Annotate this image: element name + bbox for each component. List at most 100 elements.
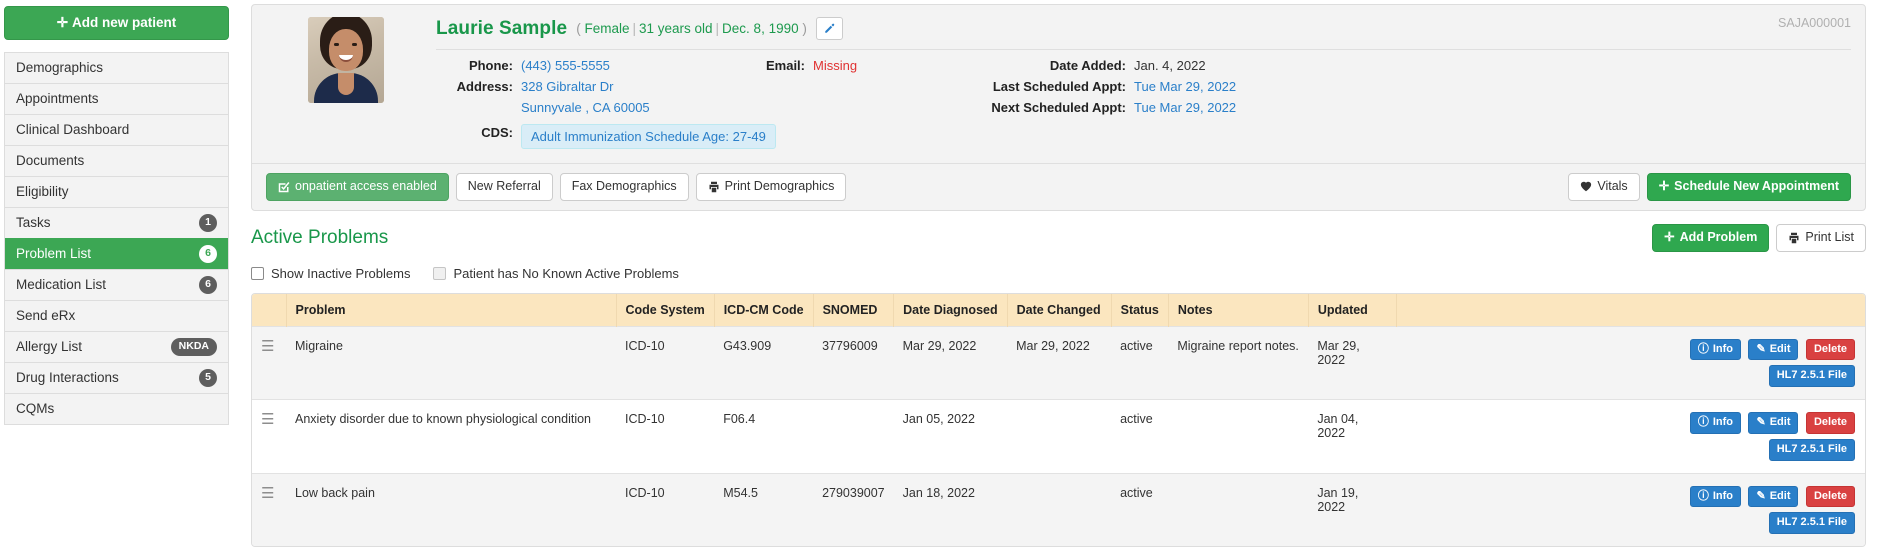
info-button[interactable]: ⓘInfo: [1690, 339, 1741, 361]
sidebar-item-label: Send eRx: [16, 308, 75, 323]
cell-date-changed: [1007, 400, 1111, 474]
drag-handle-icon[interactable]: ☰: [261, 485, 274, 502]
detail-last-appt: Last Scheduled Appt: Tue Mar 29, 2022: [958, 78, 1236, 95]
patient-age: 31 years old: [639, 21, 713, 36]
row-drag-handle-cell[interactable]: ☰: [252, 400, 286, 474]
col-date-changed[interactable]: Date Changed: [1007, 294, 1111, 327]
cell-icd-cm-code: F06.4: [714, 400, 813, 474]
sidebar-item-label: Clinical Dashboard: [16, 122, 129, 137]
table-head: Problem Code System ICD-CM Code SNOMED D…: [252, 294, 1865, 327]
sidebar-item-documents[interactable]: Documents: [5, 145, 228, 176]
add-new-patient-button[interactable]: ✛Add new patient: [4, 6, 229, 40]
patient-last-appt[interactable]: Tue Mar 29, 2022: [1126, 78, 1236, 95]
sidebar-item-clinical-dashboard[interactable]: Clinical Dashboard: [5, 114, 228, 145]
delete-button[interactable]: Delete: [1806, 486, 1855, 508]
col-date-diagnosed[interactable]: Date Diagnosed: [894, 294, 1007, 327]
col-updated[interactable]: Updated: [1308, 294, 1396, 327]
patient-action-bar: onpatient access enabled New Referral Fa…: [252, 163, 1865, 210]
print-list-label: Print List: [1805, 231, 1854, 245]
col-status[interactable]: Status: [1111, 294, 1168, 327]
add-problem-label: Add Problem: [1680, 231, 1758, 245]
schedule-new-appointment-button[interactable]: ✛ Schedule New Appointment: [1647, 173, 1851, 201]
sidebar-item-demographics[interactable]: Demographics: [5, 52, 228, 83]
edit-patient-button[interactable]: [816, 17, 843, 40]
row-drag-handle-cell[interactable]: ☰: [252, 473, 286, 546]
table-row[interactable]: ☰ Anxiety disorder due to known physiolo…: [252, 400, 1865, 474]
patient-chart-id: SAJA000001: [1778, 16, 1851, 30]
sidebar-item-badge: 5: [199, 369, 217, 387]
print-demographics-button[interactable]: Print Demographics: [696, 173, 847, 201]
no-known-active-problems-checkbox[interactable]: Patient has No Known Active Problems: [433, 266, 678, 281]
edit-button[interactable]: ✎Edit: [1748, 486, 1798, 508]
fax-demographics-button[interactable]: Fax Demographics: [560, 173, 689, 201]
sidebar-item-cqms[interactable]: CQMs: [5, 393, 228, 424]
drag-handle-icon[interactable]: ☰: [261, 411, 274, 428]
hl7-label: HL7 2.5.1 File: [1777, 369, 1847, 383]
col-icd-cm-code[interactable]: ICD-CM Code: [714, 294, 813, 327]
col-snomed[interactable]: SNOMED: [813, 294, 894, 327]
cds-badge[interactable]: Adult Immunization Schedule Age: 27-49: [521, 124, 776, 149]
cell-icd-cm-code: G43.909: [714, 326, 813, 400]
patient-address-line1[interactable]: 328 Gibraltar Dr: [513, 78, 613, 95]
new-referral-button[interactable]: New Referral: [456, 173, 553, 201]
show-inactive-problems-checkbox[interactable]: Show Inactive Problems: [251, 266, 410, 281]
row-drag-handle-cell[interactable]: ☰: [252, 326, 286, 400]
patient-phone[interactable]: (443) 555-5555: [513, 57, 610, 74]
sidebar-item-appointments[interactable]: Appointments: [5, 83, 228, 114]
sidebar-item-allergy-list[interactable]: Allergy List NKDA: [5, 331, 228, 362]
onpatient-access-button[interactable]: onpatient access enabled: [266, 173, 449, 201]
sidebar-item-send-erx[interactable]: Send eRx: [5, 300, 228, 331]
cell-date-diagnosed: Jan 18, 2022: [894, 473, 1007, 546]
print-list-button[interactable]: Print List: [1776, 224, 1866, 252]
delete-button[interactable]: Delete: [1806, 339, 1855, 361]
detail-email: Email: Missing: [751, 57, 936, 74]
edit-button[interactable]: ✎Edit: [1748, 412, 1798, 434]
cell-code-system: ICD-10: [616, 400, 714, 474]
table-row[interactable]: ☰ Low back pain ICD-10 M54.5 279039007 J…: [252, 473, 1865, 546]
fax-demographics-label: Fax Demographics: [572, 180, 677, 194]
sidebar-item-tasks[interactable]: Tasks 1: [5, 207, 228, 238]
plus-icon: ✛: [1664, 231, 1674, 245]
vitals-button[interactable]: Vitals: [1568, 173, 1639, 201]
sidebar-item-drug-interactions[interactable]: Drug Interactions 5: [5, 362, 228, 393]
patient-avatar: [308, 17, 384, 103]
sidebar-item-problem-list[interactable]: Problem List 6: [5, 238, 228, 269]
sidebar-item-label: Eligibility: [16, 184, 69, 199]
schedule-new-appointment-label: Schedule New Appointment: [1674, 180, 1839, 194]
add-problem-button[interactable]: ✛ Add Problem: [1652, 224, 1769, 252]
edit-button[interactable]: ✎Edit: [1748, 339, 1798, 361]
table-row[interactable]: ☰ Migraine ICD-10 G43.909 37796009 Mar 2…: [252, 326, 1865, 400]
problem-filters: Show Inactive Problems Patient has No Kn…: [251, 266, 1866, 281]
col-handle: [252, 294, 286, 327]
info-icon: ⓘ: [1698, 490, 1709, 504]
info-label: Info: [1713, 416, 1733, 430]
drag-handle-icon[interactable]: ☰: [261, 338, 274, 355]
pencil-icon: [823, 23, 835, 35]
sidebar-item-medication-list[interactable]: Medication List 6: [5, 269, 228, 300]
cell-notes: [1168, 400, 1308, 474]
col-notes[interactable]: Notes: [1168, 294, 1308, 327]
sidebar-item-label: CQMs: [16, 401, 54, 416]
hl7-file-button[interactable]: HL7 2.5.1 File: [1769, 512, 1855, 534]
col-code-system[interactable]: Code System: [616, 294, 714, 327]
printer-icon: [1788, 232, 1800, 244]
email-label: Email:: [751, 57, 805, 74]
info-button[interactable]: ⓘInfo: [1690, 412, 1741, 434]
patient-address-line2[interactable]: Sunnyvale , CA 60005: [513, 99, 650, 116]
detail-date-added: Date Added: Jan. 4, 2022: [958, 57, 1236, 74]
patient-next-appt[interactable]: Tue Mar 29, 2022: [1126, 99, 1236, 116]
patient-header-card: SAJA000001 Laurie Sample ( Female|31 yea…: [251, 4, 1866, 211]
patient-name-row: Laurie Sample ( Female|31 years old|Dec.…: [436, 17, 1851, 49]
hl7-label: HL7 2.5.1 File: [1777, 443, 1847, 457]
table-header-row: Problem Code System ICD-CM Code SNOMED D…: [252, 294, 1865, 327]
cell-icd-cm-code: M54.5: [714, 473, 813, 546]
hl7-file-button[interactable]: HL7 2.5.1 File: [1769, 439, 1855, 461]
hl7-file-button[interactable]: HL7 2.5.1 File: [1769, 365, 1855, 387]
info-button[interactable]: ⓘInfo: [1690, 486, 1741, 508]
sidebar-item-eligibility[interactable]: Eligibility: [5, 176, 228, 207]
delete-button[interactable]: Delete: [1806, 412, 1855, 434]
check-square-icon: [278, 181, 290, 193]
col-actions: [1396, 294, 1865, 327]
vitals-label: Vitals: [1597, 180, 1627, 194]
col-problem[interactable]: Problem: [286, 294, 616, 327]
